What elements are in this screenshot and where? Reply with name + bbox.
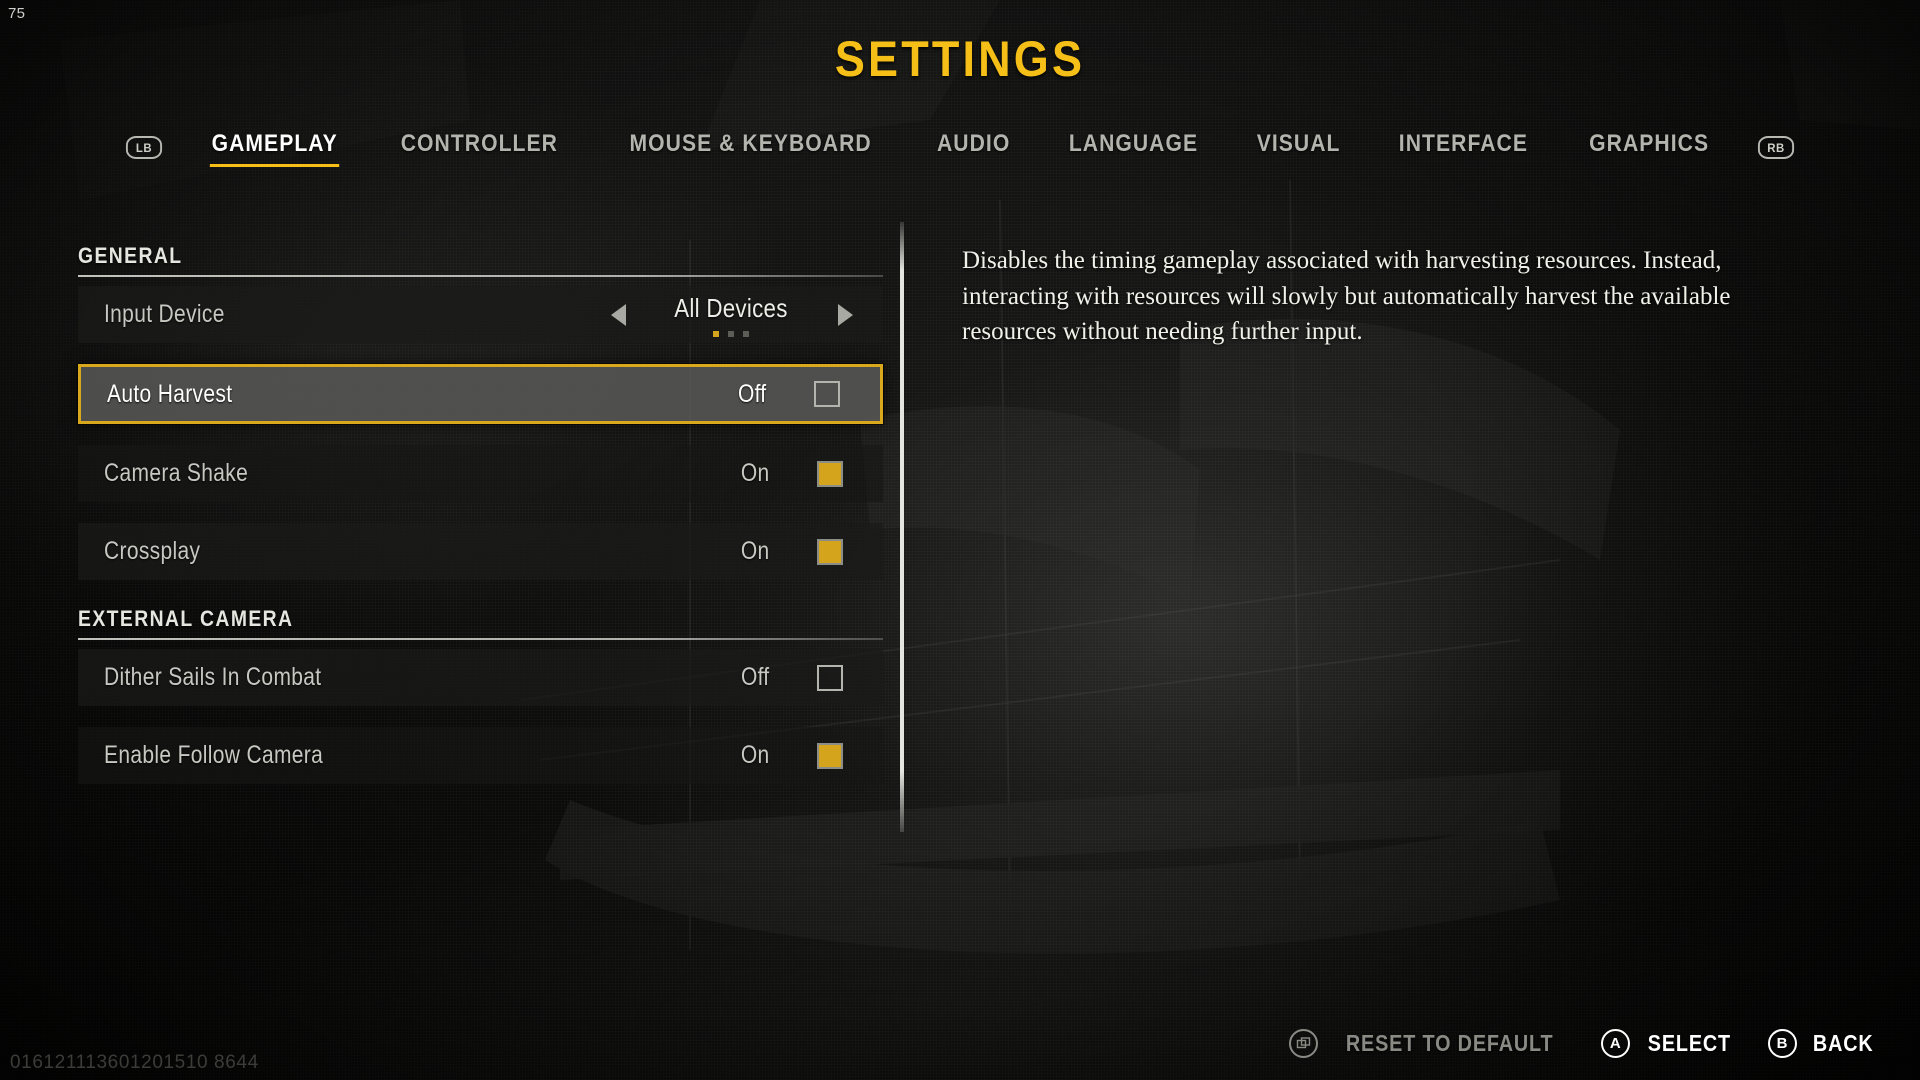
setting-row-crossplay[interactable]: Crossplay On [78, 523, 883, 580]
section-divider [78, 275, 883, 277]
settings-list: GENERAL Input Device All Devices Auto Ha… [78, 243, 883, 805]
build-id: 016121113601201510 8644 [10, 1052, 259, 1073]
tab-audio[interactable]: AUDIO [918, 128, 1030, 167]
setting-label: Input Device [104, 300, 225, 328]
hint-reset-to-default[interactable]: RESET TO DEFAULT [1289, 1029, 1570, 1058]
setting-label: Camera Shake [104, 459, 249, 487]
settings-screen: 75 SETTINGS LB GAMEPLAY CONTROLLER MOUSE… [0, 0, 1920, 1080]
checkbox-unchecked-icon[interactable] [817, 664, 843, 691]
a-button-icon: A [1600, 1029, 1630, 1058]
panel-divider [900, 222, 904, 832]
carousel-dot [713, 330, 719, 337]
setting-control-toggle[interactable]: Off [659, 649, 883, 706]
hint-select[interactable]: A SELECT [1600, 1029, 1738, 1058]
button-hints-bar: RESET TO DEFAULT A SELECT B BACK [1289, 1029, 1878, 1058]
setting-label: Crossplay [104, 537, 201, 565]
left-bumper-icon[interactable]: LB [125, 136, 163, 159]
b-button-icon: B [1767, 1029, 1797, 1058]
page-title: SETTINGS [834, 31, 1086, 87]
tab-controller[interactable]: CONTROLLER [382, 128, 578, 167]
tab-graphics[interactable]: GRAPHICS [1569, 128, 1728, 167]
carousel-dots [713, 330, 749, 337]
setting-control-carousel[interactable]: All Devices [611, 286, 883, 343]
tab-mouse-keyboard[interactable]: MOUSE & KEYBOARD [610, 128, 891, 167]
setting-value: On [740, 741, 770, 769]
setting-label: Enable Follow Camera [104, 741, 324, 769]
chevron-right-icon[interactable] [838, 303, 853, 326]
setting-row-camera-shake[interactable]: Camera Shake On [78, 445, 883, 502]
checkbox-checked-icon[interactable] [817, 538, 843, 565]
settings-tab-bar: LB GAMEPLAY CONTROLLER MOUSE & KEYBOARD … [0, 128, 1920, 167]
setting-control-toggle[interactable]: On [659, 727, 883, 784]
chevron-left-icon[interactable] [611, 303, 626, 326]
tab-language[interactable]: LANGUAGE [1049, 128, 1217, 167]
tab-interface[interactable]: INTERFACE [1379, 128, 1547, 167]
setting-label: Dither Sails In Combat [104, 663, 322, 691]
setting-value: On [740, 537, 770, 565]
setting-description: Disables the timing gameplay associated … [962, 247, 1731, 345]
checkbox-checked-icon[interactable] [817, 460, 843, 487]
carousel-dot [743, 330, 749, 337]
section-header-external-camera: EXTERNAL CAMERA [78, 606, 294, 631]
setting-label: Auto Harvest [107, 379, 233, 408]
section-external-camera: EXTERNAL CAMERA Dither Sails In Combat O… [78, 606, 883, 784]
setting-row-auto-harvest[interactable]: Auto Harvest Off [78, 364, 883, 424]
carousel-value-group: All Devices [640, 293, 822, 337]
windows-button-icon [1289, 1029, 1319, 1058]
section-general: GENERAL Input Device All Devices Auto Ha… [78, 243, 883, 580]
setting-control-toggle[interactable]: Off [656, 367, 880, 421]
section-header-general: GENERAL [78, 243, 183, 268]
setting-value: Off [741, 663, 770, 691]
hint-label: BACK [1812, 1030, 1874, 1056]
right-bumper-icon[interactable]: RB [1757, 136, 1794, 159]
tab-gameplay[interactable]: GAMEPLAY [192, 128, 357, 167]
setting-value: On [740, 459, 770, 487]
checkbox-checked-icon[interactable] [817, 742, 843, 769]
fps-counter: 75 [8, 5, 26, 22]
carousel-dot [728, 330, 734, 337]
setting-value: All Devices [674, 292, 788, 323]
setting-row-enable-follow-camera[interactable]: Enable Follow Camera On [78, 727, 883, 784]
section-divider [78, 638, 883, 640]
hint-back[interactable]: B BACK [1767, 1029, 1878, 1058]
setting-control-toggle[interactable]: On [659, 445, 883, 502]
setting-value: Off [738, 379, 767, 408]
hint-label: SELECT [1647, 1030, 1731, 1056]
setting-row-input-device[interactable]: Input Device All Devices [78, 286, 883, 343]
setting-row-dither-sails-in-combat[interactable]: Dither Sails In Combat Off [78, 649, 883, 706]
hint-label: RESET TO DEFAULT [1346, 1030, 1554, 1056]
setting-control-toggle[interactable]: On [659, 523, 883, 580]
checkbox-unchecked-icon[interactable] [814, 381, 840, 407]
tab-visual[interactable]: VISUAL [1237, 128, 1360, 167]
